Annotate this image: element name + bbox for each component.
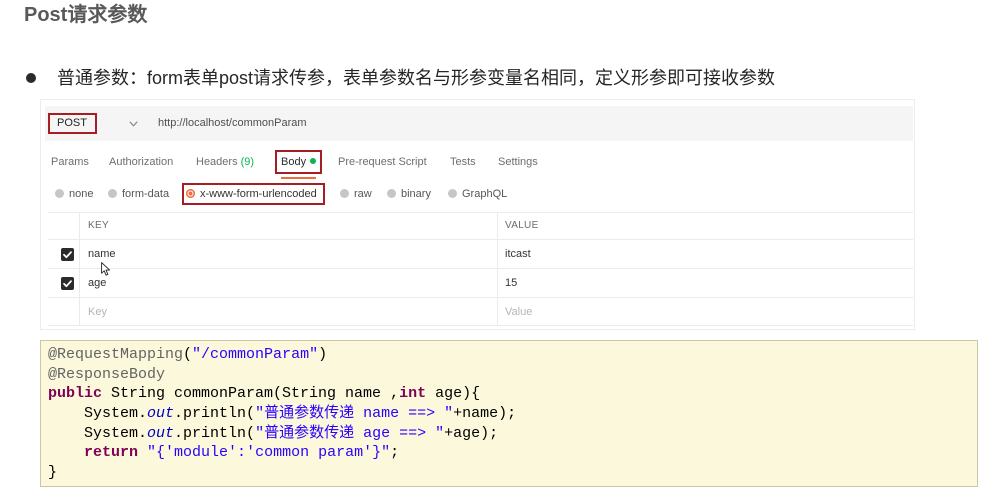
bullet-dot-icon (26, 73, 36, 83)
new-value-input[interactable]: Value (497, 298, 913, 326)
code-token-string: "/commonParam" (192, 346, 319, 363)
tab-label: Settings (498, 156, 538, 168)
code-line: public String commonParam(String name ,i… (48, 384, 977, 404)
request-url-bar: POST http://localhost/commonParam (45, 106, 913, 141)
code-line: System.out.println("普通参数传递 age ==> "+age… (48, 424, 977, 444)
code-token-plain: String commonParam(String name , (102, 385, 400, 403)
chevron-down-icon[interactable] (129, 121, 138, 127)
code-token-annotation: @RequestMapping (48, 346, 184, 363)
param-value-cell[interactable]: itcast (497, 240, 913, 269)
code-line: } (48, 463, 977, 483)
code-token-field: out (147, 405, 175, 423)
table-header-key: KEY (79, 212, 497, 240)
tab-label: Tests (450, 156, 476, 168)
radio-icon[interactable] (108, 189, 117, 198)
radio-label: form-data (122, 188, 170, 200)
radio-label: x-www-form-urlencoded (200, 188, 317, 200)
radio-icon[interactable] (448, 189, 457, 198)
slide: Post请求参数 普通参数：form表单post请求传参，表单参数名与形参变量名… (0, 0, 1008, 502)
body-type-none[interactable]: none (55, 184, 93, 204)
param-key-cell[interactable]: name (79, 240, 497, 269)
tab-label: Params (51, 156, 89, 168)
radio-label: GraphQL (462, 188, 508, 200)
body-type-binary[interactable]: binary (387, 184, 431, 204)
code-token-plain: System. (48, 405, 148, 423)
table-header-value: VALUE (497, 212, 913, 240)
code-token-plain: } (48, 464, 58, 482)
body-type-x-www-form-urlencoded[interactable]: x-www-form-urlencoded (182, 183, 325, 205)
bullet-text: 普通参数：form表单post请求传参，表单参数名与形参变量名相同，定义形参即可… (57, 68, 776, 88)
code-token-string: "普通参数传递 age ==> " (255, 424, 445, 442)
tab-label: Authorization (109, 156, 174, 168)
tab-body[interactable]: Body (274, 150, 323, 179)
radio-selected-icon[interactable] (186, 189, 195, 198)
tab-pre-request-script[interactable]: Pre-request Script (338, 151, 427, 173)
checkbox-checked-icon[interactable] (61, 247, 74, 261)
code-line: @RequestMapping("/commonParam") (48, 345, 977, 365)
radio-label: raw (354, 188, 372, 200)
postman-request-panel: POST http://localhost/commonParam Params… (40, 99, 915, 330)
headers-count-badge: (9) (240, 156, 255, 168)
code-token-field: out (147, 424, 175, 442)
code-token-keyword: return (84, 444, 139, 462)
body-type-graphql[interactable]: GraphQL (448, 184, 507, 204)
tab-authorization[interactable]: Authorization (109, 151, 173, 173)
radio-icon[interactable] (55, 189, 64, 198)
radio-icon[interactable] (340, 189, 349, 198)
param-value-cell[interactable]: 15 (497, 269, 913, 298)
new-key-input[interactable]: Key (79, 298, 497, 326)
tab-settings[interactable]: Settings (498, 151, 538, 173)
code-token-string: "{'module':'common param'}" (147, 444, 391, 462)
code-token-plain: age){ (426, 385, 481, 403)
tab-label: Pre-request Script (338, 156, 427, 168)
code-token-plain: System. (48, 424, 148, 442)
tab-params[interactable]: Params (51, 151, 89, 173)
code-block: @RequestMapping("/commonParam") @Response… (40, 340, 978, 487)
row-checkbox-cell (48, 269, 79, 298)
body-type-raw[interactable]: raw (340, 184, 372, 204)
radio-label: none (69, 188, 94, 200)
table-header-checkbox-cell (48, 212, 79, 240)
method-label: POST (57, 117, 87, 129)
row-checkbox-cell (48, 240, 79, 269)
code-token-plain: .println( (174, 424, 256, 442)
code-token-plain: +age); (444, 424, 499, 442)
green-dot-icon (310, 158, 317, 165)
code-token-annotation: @ResponseBody (48, 365, 166, 383)
url-input[interactable]: http://localhost/commonParam (158, 106, 307, 141)
body-type-form-data[interactable]: form-data (108, 184, 169, 204)
tab-headers[interactable]: Headers (9) (196, 151, 254, 173)
tab-label: Body (281, 156, 307, 168)
code-line: return "{'module':'common param'}"; (48, 443, 977, 463)
code-token-plain: .println( (174, 405, 256, 423)
slide-title: Post请求参数 (24, 4, 148, 26)
code-token-string: "普通参数传递 name ==> " (255, 405, 454, 423)
code-token-plain: ; (390, 444, 400, 462)
tab-label: Headers (196, 156, 238, 168)
code-token-plain: +name); (453, 405, 517, 423)
code-token-keyword: int (399, 385, 427, 403)
method-select[interactable]: POST (48, 113, 97, 134)
radio-icon[interactable] (387, 189, 396, 198)
row-checkbox-cell-empty (48, 298, 79, 326)
code-token-keyword: public (48, 385, 103, 403)
radio-label: binary (401, 188, 431, 200)
mouse-pointer-icon (101, 262, 111, 276)
params-table: KEY VALUE name itcast age 15 Key Value (48, 212, 913, 326)
checkbox-checked-icon[interactable] (61, 276, 74, 290)
tab-tests[interactable]: Tests (450, 151, 476, 173)
param-key-cell[interactable]: age (79, 269, 497, 298)
code-line: System.out.println("普通参数传递 name ==> "+na… (48, 404, 977, 424)
code-line: @ResponseBody (48, 365, 977, 385)
code-token-plain: ( (183, 346, 193, 363)
code-token-plain: ) (318, 346, 328, 363)
